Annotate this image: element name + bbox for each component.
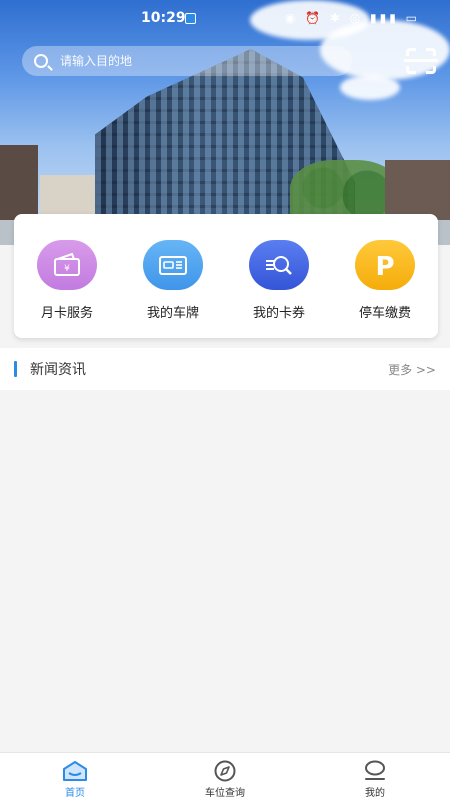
menu-label: 月卡服务 — [40, 306, 93, 321]
status-icons: ◉ ⏰ ✱ ◎ ▮▮▮ ▭ — [284, 11, 420, 25]
menu-item-parking-payment[interactable]: P 停车缴费 — [332, 214, 438, 338]
notification-icon — [185, 13, 196, 24]
search-icon — [34, 54, 48, 68]
user-icon — [365, 760, 385, 780]
building-left — [0, 145, 38, 225]
tab-mine[interactable]: 我的 — [300, 753, 450, 800]
svg-text:P: P — [375, 252, 394, 280]
menu-label: 我的卡券 — [252, 306, 305, 321]
parking-icon: P — [355, 240, 415, 290]
news-section-header: 新闻资讯 更多 >> — [0, 348, 450, 390]
section-marker — [14, 361, 17, 377]
coupon-search-icon — [249, 240, 309, 290]
status-time: 10:29 — [141, 10, 186, 26]
nav-label: 车位查询 — [205, 788, 245, 799]
menu-label: 停车缴费 — [358, 306, 411, 321]
search-input[interactable] — [60, 51, 340, 71]
menu-label: 我的车牌 — [146, 306, 199, 321]
news-title: 新闻资讯 — [30, 362, 86, 378]
svg-text:¥: ¥ — [64, 264, 70, 274]
scan-button[interactable] — [404, 46, 438, 76]
nav-label: 我的 — [365, 788, 385, 799]
nav-label: 首页 — [65, 788, 85, 799]
news-more-link[interactable]: 更多 >> — [388, 361, 436, 378]
hero-banner — [0, 0, 450, 245]
menu-item-my-plate[interactable]: 我的车牌 — [120, 214, 226, 338]
status-bar: 10:29 ◉ ⏰ ✱ ◎ ▮▮▮ ▭ — [0, 8, 450, 30]
tab-parking-search[interactable]: 车位查询 — [150, 753, 300, 800]
wallet-icon: ¥ — [37, 240, 97, 290]
compass-icon — [214, 760, 236, 782]
tab-home[interactable]: 首页 — [0, 753, 150, 800]
search-bar[interactable] — [22, 46, 352, 76]
home-icon — [63, 761, 87, 781]
bottom-nav: 首页 车位查询 我的 — [0, 752, 450, 800]
menu-item-monthly-card[interactable]: ¥ 月卡服务 — [14, 214, 120, 338]
menu-item-my-coupons[interactable]: 我的卡券 — [226, 214, 332, 338]
plate-icon — [143, 240, 203, 290]
quick-menu: ¥ 月卡服务 我的车牌 我的卡券 P 停车缴费 — [14, 214, 438, 338]
